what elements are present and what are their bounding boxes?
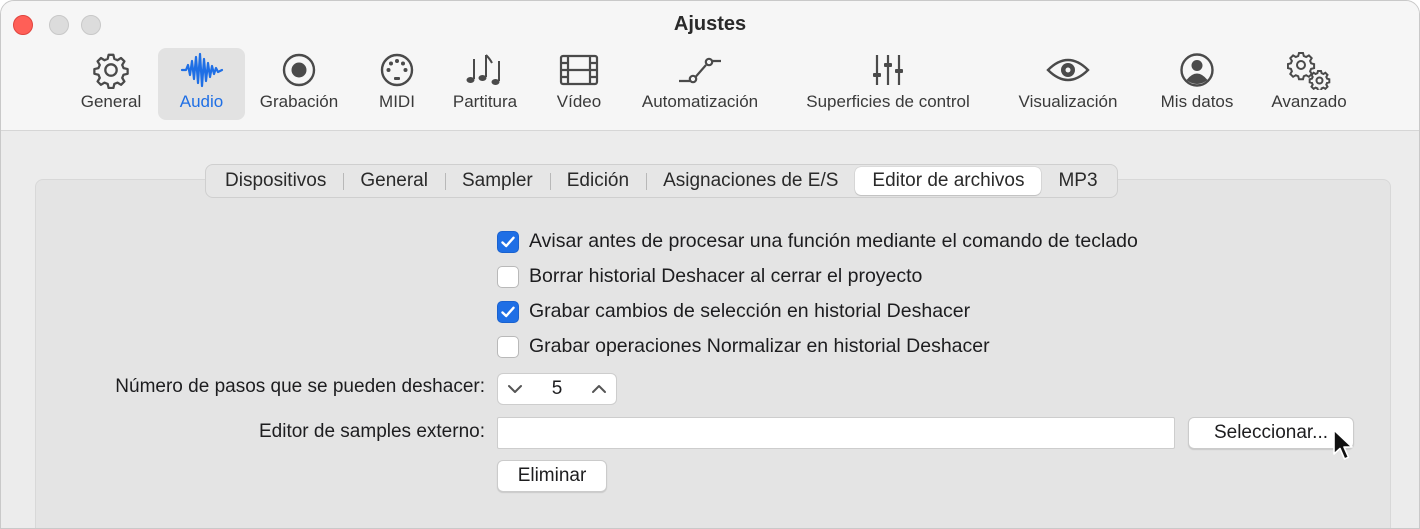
- checkbox-unchecked[interactable]: [497, 335, 519, 358]
- option-record-normalize-operations[interactable]: Grabar operaciones Normalizar en histori…: [497, 335, 990, 358]
- toolbar-item-visualizacion[interactable]: Visualización: [1007, 48, 1129, 120]
- toolbar-item-label: General: [80, 92, 142, 111]
- select-editor-button[interactable]: Seleccionar...: [1188, 417, 1354, 449]
- checkbox-unchecked[interactable]: [497, 265, 519, 288]
- option-record-selection-changes[interactable]: Grabar cambios de selección en historial…: [497, 300, 970, 323]
- toolbar-item-label: Mis datos: [1160, 92, 1234, 111]
- tab-general[interactable]: General: [343, 167, 445, 195]
- undo-steps-value: 5: [551, 378, 563, 399]
- option-warn-before-processing[interactable]: Avisar antes de procesar una función med…: [497, 230, 1138, 253]
- toolbar-item-partitura[interactable]: Partitura: [445, 48, 525, 120]
- tab-bar: Dispositivos General Sampler Edición Asi…: [205, 164, 1118, 198]
- eye-icon: [1046, 48, 1090, 92]
- toolbar-item-superficies-de-control[interactable]: Superficies de control: [791, 48, 985, 120]
- chevron-up-icon[interactable]: [590, 383, 608, 395]
- tab-dispositivos[interactable]: Dispositivos: [208, 167, 343, 195]
- toolbar-item-avanzado[interactable]: Avanzado: [1263, 48, 1355, 120]
- option-label: Grabar cambios de selección en historial…: [529, 300, 971, 322]
- midi-port-icon: [378, 48, 416, 92]
- settings-window: Ajustes General Audio Grabación MIDI Par…: [0, 0, 1420, 529]
- option-clear-undo-history[interactable]: Borrar historial Deshacer al cerrar el p…: [497, 265, 922, 288]
- remove-editor-button[interactable]: Eliminar: [497, 460, 607, 492]
- tab-editor-de-archivos[interactable]: Editor de archivos: [855, 167, 1042, 195]
- tab-asignaciones-de-es[interactable]: Asignaciones de E/S: [646, 167, 855, 195]
- toolbar-item-video[interactable]: Vídeo: [549, 48, 609, 120]
- external-editor-label: Editor de samples externo:: [258, 421, 485, 442]
- automation-curve-icon: [677, 48, 723, 92]
- tab-sampler[interactable]: Sampler: [444, 167, 550, 195]
- undo-steps-label: Número de pasos que se pueden deshacer:: [115, 376, 485, 397]
- toolbar-item-midi[interactable]: MIDI: [370, 48, 424, 120]
- tab-edicion[interactable]: Edición: [549, 167, 646, 195]
- toolbar-item-label: MIDI: [379, 92, 415, 111]
- tab-mp3[interactable]: MP3: [1041, 167, 1114, 195]
- undo-steps-stepper[interactable]: 5: [497, 373, 617, 405]
- film-icon: [559, 48, 599, 92]
- chevron-down-icon[interactable]: [506, 383, 524, 395]
- toolbar-item-label: Audio: [179, 92, 224, 111]
- toolbar-item-general[interactable]: General: [73, 48, 149, 120]
- option-label: Borrar historial Deshacer al cerrar el p…: [529, 265, 923, 287]
- toolbar-item-label: Visualización: [1018, 92, 1118, 111]
- checkmark-icon: [501, 306, 515, 317]
- checkbox-checked[interactable]: [497, 230, 519, 253]
- music-notes-icon: [465, 48, 505, 92]
- toolbar-item-label: Automatización: [641, 92, 759, 111]
- toolbar-item-grabacion[interactable]: Grabación: [253, 48, 345, 120]
- record-icon: [280, 48, 318, 92]
- waveform-icon: [180, 48, 224, 92]
- checkbox-checked[interactable]: [497, 300, 519, 323]
- gears-icon: [1287, 48, 1331, 92]
- toolbar-item-audio[interactable]: Audio: [158, 48, 245, 120]
- option-label: Grabar operaciones Normalizar en histori…: [529, 335, 990, 357]
- checkmark-icon: [501, 236, 515, 247]
- toolbar-item-mis-datos[interactable]: Mis datos: [1151, 48, 1243, 120]
- external-editor-path-input[interactable]: [497, 417, 1175, 449]
- toolbar-item-automatizacion[interactable]: Automatización: [631, 48, 769, 120]
- gear-icon: [92, 48, 130, 92]
- toolbar-item-label: Superficies de control: [806, 92, 970, 111]
- option-label: Avisar antes de procesar una función med…: [529, 230, 1138, 252]
- mouse-pointer-icon: [1333, 429, 1353, 460]
- sliders-icon: [871, 48, 905, 92]
- window-title: Ajustes: [673, 13, 747, 35]
- person-icon: [1178, 48, 1216, 92]
- toolbar-item-label: Grabación: [259, 92, 339, 111]
- toolbar-item-label: Avanzado: [1271, 92, 1347, 111]
- toolbar-item-label: Partitura: [452, 92, 518, 111]
- title-bar: Ajustes General Audio Grabación MIDI Par…: [1, 1, 1419, 131]
- toolbar-item-label: Vídeo: [556, 92, 602, 111]
